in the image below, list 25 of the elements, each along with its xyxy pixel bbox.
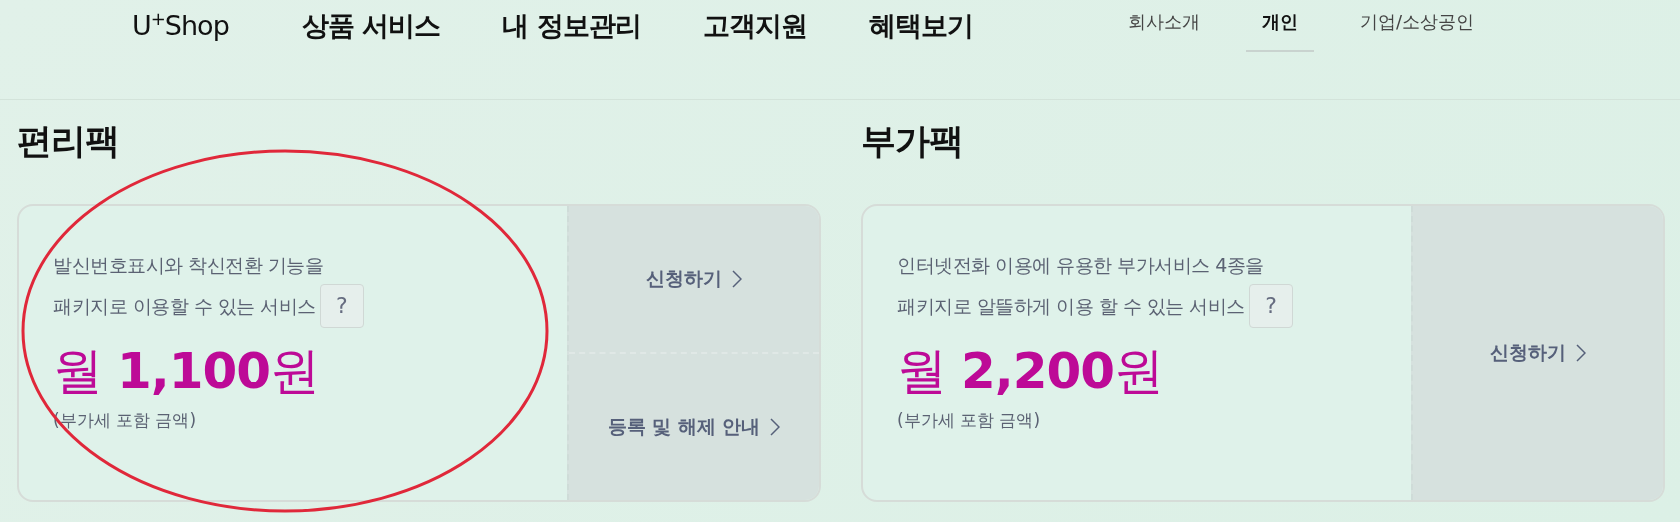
price-text: 월 1,100원 <box>53 341 321 402</box>
segment-tab[interactable]: 개인 <box>1245 10 1314 52</box>
chevron-icon <box>770 418 781 436</box>
nav-item[interactable]: 상품 서비스 <box>302 8 441 44</box>
logo[interactable]: U$^{+}$Shop <box>132 8 302 41</box>
note-text: (부가세 포함 금액) <box>897 409 1042 432</box>
section-title: 부가팩 <box>861 120 964 160</box>
description-text: 인터넷전화 이용에 유용한 부가서비스 4종을 <box>897 253 1264 278</box>
nav-item[interactable]: 내 정보관리 <box>502 8 641 44</box>
segment-tab[interactable]: 기업/소상공인 <box>1343 10 1490 52</box>
price-text: 월 2,200원 <box>897 341 1165 402</box>
segment-tab[interactable]: 회사소개 <box>1111 10 1216 52</box>
nav-item[interactable]: 혜택보기 <box>868 8 973 44</box>
help-button[interactable]: ? <box>319 284 364 328</box>
chevron-icon <box>1576 344 1586 362</box>
action-button[interactable]: 신청하기 <box>1413 206 1663 500</box>
action-button[interactable]: 등록 및 해제 안내 <box>569 352 819 500</box>
description-text: 발신번호표시와 착신전환 기능을 <box>53 253 324 278</box>
action-button[interactable]: 신청하기 <box>569 206 819 352</box>
help-button[interactable]: ? <box>1248 284 1293 328</box>
chevron-icon <box>732 270 742 288</box>
description-text: 패키지로 이용할 수 있는 서비스 <box>53 294 316 319</box>
nav-item[interactable]: 고객지원 <box>702 8 807 44</box>
description-text: 패키지로 알뜰하게 이용 할 수 있는 서비스 <box>897 294 1245 319</box>
section-title: 편리팩 <box>17 120 120 160</box>
